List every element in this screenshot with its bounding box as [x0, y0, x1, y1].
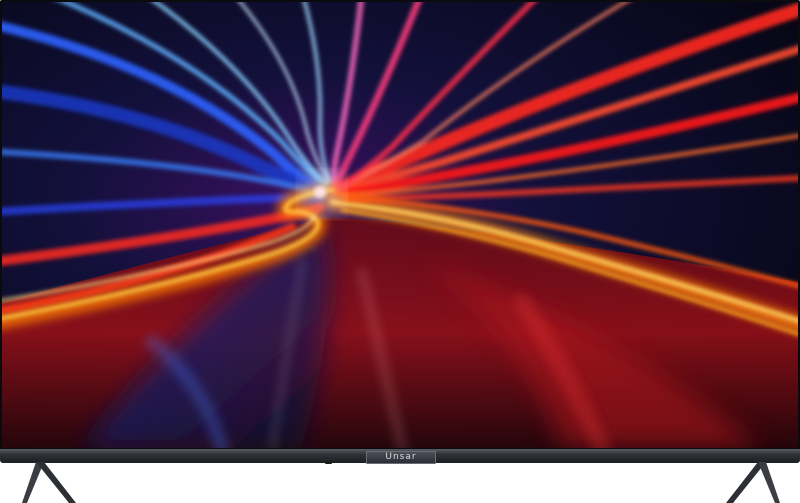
right-stand-leg [726, 462, 780, 503]
brand-logo: Unsar [385, 452, 417, 462]
light-streaks-image [2, 2, 798, 448]
tv-screen-wallpaper [2, 2, 798, 448]
ir-sensor [325, 461, 332, 464]
tv-bezel [0, 0, 800, 452]
television: Unsar [0, 0, 800, 503]
left-stand-leg [22, 462, 76, 503]
brand-logo-plate: Unsar [366, 451, 436, 464]
